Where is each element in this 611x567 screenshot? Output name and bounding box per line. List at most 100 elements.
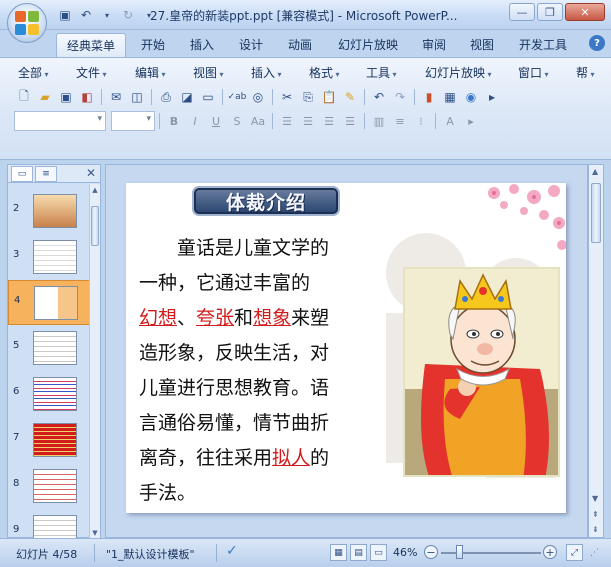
tab-insert[interactable]: 插入: [190, 36, 214, 53]
font-size-combo[interactable]: [111, 111, 155, 131]
redo-icon[interactable]: ↻: [119, 6, 137, 24]
menu-help[interactable]: 帮: [576, 64, 595, 81]
email-icon[interactable]: ✉: [106, 87, 126, 107]
numbering-icon[interactable]: ≡: [390, 111, 410, 131]
slide-thumbnail[interactable]: 3: [8, 235, 90, 280]
outline-tab-icon[interactable]: ≡: [35, 166, 57, 182]
save-icon[interactable]: ▣: [56, 6, 74, 24]
separator: [94, 544, 95, 562]
bullets-icon[interactable]: ⁝: [411, 111, 431, 131]
office-button[interactable]: [7, 3, 47, 43]
slide-scrollbar[interactable]: ▲ ▼ ⇞ ⇟: [588, 164, 604, 538]
tab-view[interactable]: 视图: [470, 36, 494, 53]
fit-to-window-icon[interactable]: ⤢: [566, 544, 583, 561]
menu-slideshow[interactable]: 幻灯片放映: [425, 64, 492, 81]
menu-all[interactable]: 全部: [18, 64, 49, 81]
scroll-up-icon[interactable]: ▲: [91, 186, 99, 194]
tab-classic-menu[interactable]: 经典菜单: [56, 33, 127, 57]
slide-thumbnail[interactable]: 4: [8, 280, 90, 325]
scroll-down-icon[interactable]: ▼: [592, 494, 598, 503]
chart-icon[interactable]: ▮: [419, 87, 439, 107]
scroll-down-icon[interactable]: ▼: [91, 529, 99, 537]
slide-thumbnail[interactable]: 8: [8, 464, 90, 509]
font-name-combo[interactable]: [14, 111, 106, 131]
copy-icon[interactable]: ⎘: [298, 87, 318, 107]
italic-button[interactable]: I: [185, 111, 205, 131]
spelling-check-icon[interactable]: ✓: [226, 543, 238, 559]
underline-button[interactable]: U: [206, 111, 226, 131]
open-folder-icon[interactable]: ▰: [35, 87, 55, 107]
font-color-icon[interactable]: A: [440, 111, 460, 131]
tab-review[interactable]: 审阅: [422, 36, 446, 53]
scroll-thumb[interactable]: [591, 183, 601, 243]
zoom-slider-handle[interactable]: [456, 545, 463, 559]
tab-home[interactable]: 开始: [141, 36, 165, 53]
previous-slide-icon[interactable]: ⇞: [592, 510, 599, 519]
globe-icon[interactable]: ◉: [461, 87, 481, 107]
tab-animations[interactable]: 动画: [288, 36, 312, 53]
align-right-icon[interactable]: ☰: [319, 111, 339, 131]
align-left-icon[interactable]: ☰: [277, 111, 297, 131]
bold-button[interactable]: B: [164, 111, 184, 131]
menu-view[interactable]: 视图: [193, 64, 224, 81]
slide-canvas[interactable]: 体裁介绍 童话是儿童文学的 一种，它通过丰富的 幻想、夸张和想象来塑 造形象，反…: [126, 183, 566, 513]
columns-icon[interactable]: ▥: [369, 111, 389, 131]
menu-file[interactable]: 文件: [76, 64, 107, 81]
slide-thumbnail[interactable]: 7: [8, 418, 90, 463]
slide-thumbnail[interactable]: 9: [8, 510, 90, 539]
resize-grip-icon[interactable]: ⋰: [590, 548, 599, 558]
print-preview-icon[interactable]: ◪: [177, 87, 197, 107]
print-icon[interactable]: ⎙: [156, 87, 176, 107]
change-case-button[interactable]: Aa: [248, 111, 268, 131]
cut-icon[interactable]: ✂: [277, 87, 297, 107]
save-icon[interactable]: ▣: [56, 87, 76, 107]
justify-icon[interactable]: ☰: [340, 111, 360, 131]
thumbnails-scrollbar[interactable]: ▲ ▼: [89, 184, 100, 539]
research-icon[interactable]: ◎: [248, 87, 268, 107]
restore-button[interactable]: ❐: [537, 3, 563, 21]
menu-window[interactable]: 窗口: [518, 64, 549, 81]
align-center-icon[interactable]: ☰: [298, 111, 318, 131]
normal-view-icon[interactable]: ▦: [330, 544, 347, 561]
format-painter-icon[interactable]: ✎: [340, 87, 360, 107]
close-button[interactable]: ✕: [565, 3, 605, 21]
slide-sorter-view-icon[interactable]: ▤: [350, 544, 367, 561]
slide-body-text[interactable]: 童话是儿童文学的 一种，它通过丰富的 幻想、夸张和想象来塑 造形象，反映生活，对…: [139, 231, 389, 511]
tab-developer[interactable]: 开发工具: [519, 36, 567, 53]
table-icon[interactable]: ▦: [440, 87, 460, 107]
expand-toolbar-icon[interactable]: ▸: [461, 111, 481, 131]
undo-icon[interactable]: ↶: [77, 6, 95, 24]
zoom-in-button[interactable]: +: [543, 545, 557, 559]
emperor-illustration[interactable]: [403, 267, 560, 477]
qat-dropdown-icon[interactable]: ▾: [98, 6, 116, 24]
spelling-icon[interactable]: ✓ab: [227, 87, 247, 107]
permission-icon[interactable]: ◧: [77, 87, 97, 107]
tab-design[interactable]: 设计: [239, 36, 263, 53]
attach-icon[interactable]: ◫: [127, 87, 147, 107]
undo-icon[interactable]: ↶: [369, 87, 389, 107]
more-icon[interactable]: ▸: [482, 87, 502, 107]
scroll-up-icon[interactable]: ▲: [592, 167, 598, 176]
slide-thumbnail[interactable]: 5: [8, 326, 90, 371]
zoom-level[interactable]: 46%: [393, 546, 417, 559]
menu-tools[interactable]: 工具: [366, 64, 397, 81]
zoom-out-button[interactable]: −: [424, 545, 438, 559]
minimize-button[interactable]: —: [509, 3, 535, 21]
scroll-thumb[interactable]: [91, 206, 99, 246]
menu-edit[interactable]: 编辑: [135, 64, 166, 81]
close-pane-icon[interactable]: ✕: [86, 166, 96, 180]
slide-thumbnail[interactable]: 6: [8, 372, 90, 417]
tab-slideshow[interactable]: 幻灯片放映: [338, 36, 398, 53]
redo-icon[interactable]: ↷: [390, 87, 410, 107]
shadow-button[interactable]: S: [227, 111, 247, 131]
slide-thumbnail[interactable]: 2: [8, 189, 90, 234]
menu-insert[interactable]: 插入: [251, 64, 282, 81]
page-setup-icon[interactable]: ▭: [198, 87, 218, 107]
new-file-icon[interactable]: 🗋: [14, 87, 34, 107]
help-icon[interactable]: ?: [589, 35, 605, 51]
slides-tab-icon[interactable]: ▭: [11, 166, 33, 182]
next-slide-icon[interactable]: ⇟: [592, 525, 599, 534]
slideshow-view-icon[interactable]: ▭: [370, 544, 387, 561]
paste-icon[interactable]: 📋: [319, 87, 339, 107]
menu-format[interactable]: 格式: [309, 64, 340, 81]
